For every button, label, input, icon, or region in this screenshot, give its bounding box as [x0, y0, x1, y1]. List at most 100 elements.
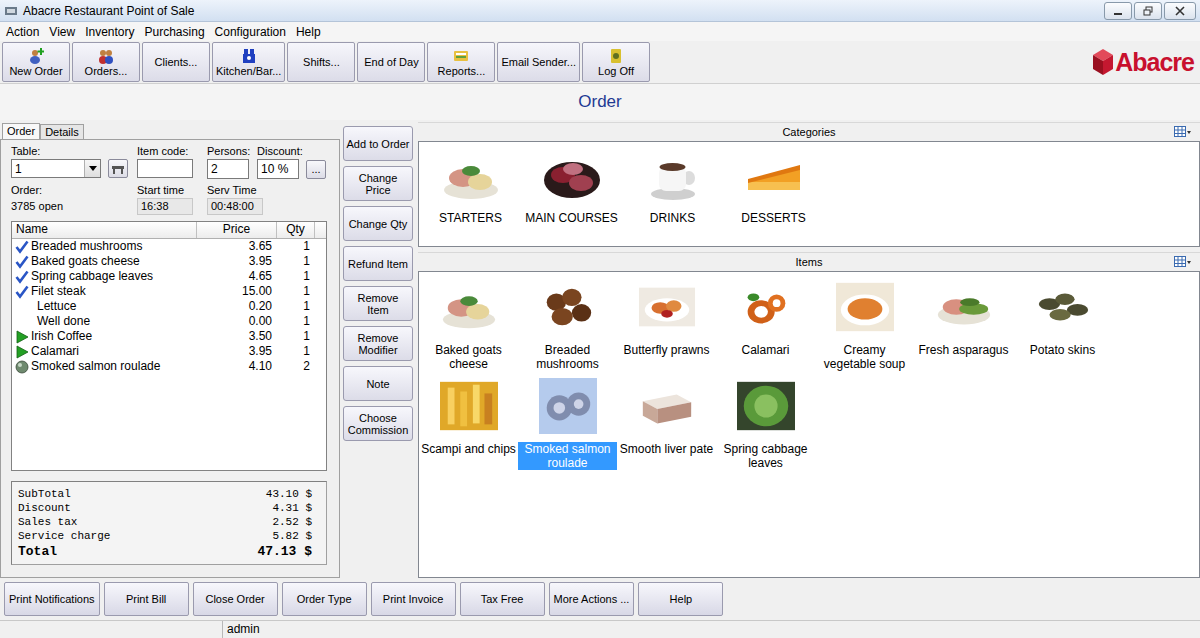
toolbar-button[interactable]: Clients...: [142, 42, 210, 82]
order-row[interactable]: Lettuce 0.20 1: [12, 299, 326, 314]
cube-icon: [1091, 47, 1115, 77]
item-tile[interactable]: Calamari: [716, 277, 815, 376]
menu-panel: Categories STARTERS MAIN COURSES DRINKS …: [418, 122, 1200, 578]
table-icon: [111, 163, 125, 175]
status-cell: admin: [223, 621, 1200, 638]
category-tile[interactable]: DRINKS: [622, 142, 723, 246]
order-row[interactable]: Breaded mushrooms 3.65 1: [12, 239, 326, 254]
order-row[interactable]: Baked goats cheese 3.95 1: [12, 254, 326, 269]
toolbar-button[interactable]: Kitchen/Bar...: [212, 42, 285, 82]
action-button[interactable]: Change Qty: [343, 206, 413, 241]
order-form: Table: 1 Item code: Persons: 2 Discount:…: [0, 139, 340, 578]
menu-item[interactable]: Inventory: [80, 25, 139, 39]
check-icon: [15, 255, 29, 269]
action-button[interactable]: Note: [343, 366, 413, 401]
order-row[interactable]: Filet steak 15.00 1: [12, 284, 326, 299]
logo-text: Abacre: [1115, 48, 1194, 77]
item-picture: [836, 279, 894, 335]
item-tile[interactable]: Breaded mushrooms: [518, 277, 617, 376]
discount-more-button[interactable]: ...: [306, 160, 326, 179]
table-map-button[interactable]: [108, 159, 128, 178]
menu-item[interactable]: Help: [291, 25, 326, 39]
item-code-input[interactable]: [137, 159, 193, 178]
item-tile[interactable]: Fresh asparagus: [914, 277, 1013, 376]
item-code-field: Item code:: [137, 145, 207, 179]
category-picture: [743, 152, 805, 202]
view-options-icon[interactable]: [1174, 126, 1192, 138]
toolbar-icon: [28, 48, 44, 64]
menu-item[interactable]: Configuration: [210, 25, 291, 39]
dropdown-arrow[interactable]: [84, 160, 100, 177]
order-row[interactable]: Irish Coffee 3.50 1: [12, 329, 326, 344]
action-button[interactable]: Remove Item: [343, 286, 413, 321]
toolbar-button[interactable]: New Order: [2, 42, 70, 82]
order-row[interactable]: Calamari 3.95 1: [12, 344, 326, 359]
action-button[interactable]: Choose Commission: [343, 406, 413, 441]
close-button[interactable]: [1164, 2, 1196, 20]
items-header: Items: [418, 252, 1200, 271]
bottom-button[interactable]: Close Order: [193, 582, 278, 616]
column-header[interactable]: Price: [197, 222, 277, 238]
main-area: OrderDetails Table: 1 Item code: Persons…: [0, 120, 1200, 578]
toolbar-button[interactable]: Orders...: [72, 42, 140, 82]
menu-item[interactable]: Action: [1, 25, 44, 39]
item-tile[interactable]: Scampi and chips: [419, 376, 518, 475]
item-tile[interactable]: Spring cabbage leaves: [716, 376, 815, 475]
order-number: Order: 3785 open: [11, 184, 137, 215]
persons-field: Persons: 2: [207, 145, 257, 179]
bottom-button[interactable]: Print Notifications: [4, 582, 100, 616]
view-options-icon[interactable]: [1174, 256, 1192, 268]
tab[interactable]: Details: [40, 124, 84, 139]
bottom-button[interactable]: Help: [638, 582, 723, 616]
menu-item[interactable]: View: [44, 25, 80, 39]
total-row: Sales tax2.52 $: [18, 515, 312, 529]
toolbar-button[interactable]: Log Off: [582, 42, 650, 82]
persons-input[interactable]: 2: [207, 159, 249, 179]
close-icon: [1175, 6, 1185, 16]
category-tile[interactable]: DESSERTS: [723, 142, 824, 246]
bottom-button[interactable]: Print Invoice: [371, 582, 456, 616]
toolbar-button[interactable]: End of Day: [357, 42, 425, 82]
toolbar-button[interactable]: Reports...: [427, 42, 495, 82]
total-row: Discount4.31 $: [18, 501, 312, 515]
bottom-button[interactable]: More Actions ...: [549, 582, 635, 616]
bottom-button[interactable]: Tax Free: [460, 582, 545, 616]
toolbar-button[interactable]: Shifts...: [287, 42, 355, 82]
item-picture: [737, 378, 795, 434]
action-button[interactable]: Remove Modifier: [343, 326, 413, 361]
table-field: Table: 1: [11, 145, 137, 179]
action-button[interactable]: Add to Order: [343, 126, 413, 161]
category-tile[interactable]: STARTERS: [420, 142, 521, 246]
item-picture: [1034, 279, 1092, 335]
tab[interactable]: Order: [2, 123, 40, 139]
order-row[interactable]: Smoked salmon roulade 4.10 2: [12, 359, 326, 374]
page-title: Order: [578, 92, 621, 112]
order-row[interactable]: Well done 0.00 1: [12, 314, 326, 329]
check-icon: [15, 285, 29, 299]
action-button[interactable]: Refund Item: [343, 246, 413, 281]
category-tile[interactable]: MAIN COURSES: [521, 142, 622, 246]
action-button[interactable]: Change Price: [343, 166, 413, 201]
item-tile[interactable]: Baked goats cheese: [419, 277, 518, 376]
discount-input[interactable]: 10 %: [257, 159, 299, 179]
restore-button[interactable]: [1134, 2, 1162, 20]
status-bar: admin: [0, 620, 1200, 638]
bottom-button[interactable]: Order Type: [282, 582, 367, 616]
toolbar-icon: [98, 48, 114, 64]
item-tile[interactable]: Smoked salmon roulade: [518, 376, 617, 475]
order-row[interactable]: Spring cabbage leaves 4.65 1: [12, 269, 326, 284]
bottom-button[interactable]: Print Bill: [104, 582, 189, 616]
toolbar-button[interactable]: Email Sender...: [497, 42, 580, 82]
table-select[interactable]: 1: [11, 159, 101, 178]
serv-time-field: Serv Time 00:48:00: [207, 184, 263, 215]
item-tile[interactable]: Butterfly prawns: [617, 277, 716, 376]
item-tile[interactable]: Creamy vegetable soup: [815, 277, 914, 376]
item-tile[interactable]: Smooth liver pate: [617, 376, 716, 475]
ball-icon: [15, 360, 29, 374]
menu-item[interactable]: Purchasing: [140, 25, 210, 39]
column-header[interactable]: Qty: [277, 222, 315, 238]
minimize-button[interactable]: [1104, 2, 1132, 20]
item-tile[interactable]: Potato skins: [1013, 277, 1112, 376]
totals-box: SubTotal43.10 $Discount4.31 $Sales tax2.…: [11, 481, 327, 565]
column-header[interactable]: Name: [12, 222, 197, 238]
